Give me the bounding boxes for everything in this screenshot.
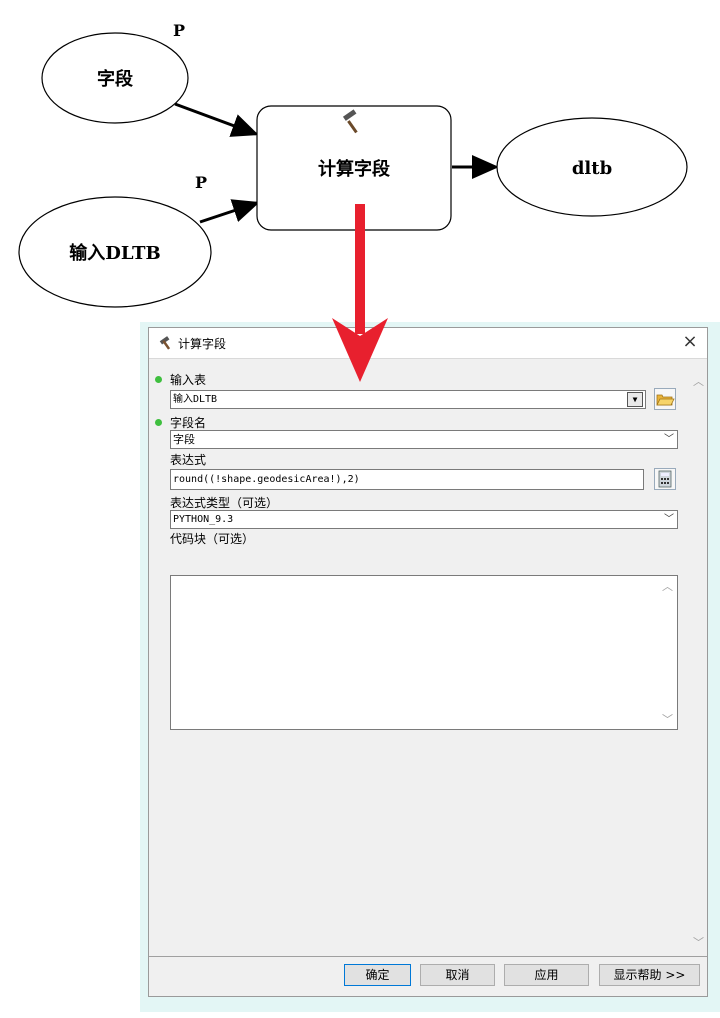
dialog-title: 计算字段: [178, 337, 227, 351]
scroll-down-icon[interactable]: ﹀: [662, 711, 673, 727]
expression-input[interactable]: round((!shape.geodesicArea!),2): [170, 469, 644, 490]
dialog-content: 输入表 输入DLTB ▼ ︿ 字段名 字段 ﹀ 表达式 round((!shap…: [149, 359, 707, 957]
parameter-mark: P: [195, 173, 207, 192]
required-indicator-icon: [155, 376, 162, 383]
input-variable-node[interactable]: 输入DLTB: [18, 196, 212, 308]
expression-type-value: PYTHON_9.3: [173, 514, 234, 525]
expression-type-label: 表达式类型（可选）: [170, 496, 279, 510]
code-block-textarea[interactable]: ︿ ﹀: [170, 575, 678, 730]
input-table-label: 输入表: [170, 373, 207, 387]
tool-node-label: 计算字段: [318, 158, 391, 180]
input-table-value: 输入DLTB: [173, 394, 218, 405]
input-node-label: 输入DLTB: [69, 242, 160, 264]
show-help-button[interactable]: 显示帮助 >>: [599, 964, 700, 986]
calculator-icon[interactable]: [654, 468, 676, 490]
dialog-titlebar[interactable]: 计算字段 ×: [149, 328, 707, 359]
expression-type-select[interactable]: PYTHON_9.3 ﹀: [170, 510, 678, 529]
hammer-icon: [159, 336, 171, 350]
apply-button[interactable]: 应用: [504, 964, 589, 986]
open-folder-icon[interactable]: [654, 388, 676, 410]
chevron-down-icon: ﹀: [664, 514, 674, 525]
field-node-label: 字段: [97, 68, 134, 90]
code-block-label: 代码块（可选）: [170, 532, 255, 546]
field-name-select[interactable]: 字段 ﹀: [170, 430, 678, 449]
scroll-up-icon[interactable]: ︿: [693, 373, 704, 389]
calculate-field-dialog: 计算字段 × 输入表 输入DLTB ▼ ︿ 字段名 字段 ﹀ 表达式 round…: [148, 327, 708, 997]
chevron-down-icon: ﹀: [664, 434, 674, 445]
expression-label: 表达式: [170, 453, 207, 467]
scroll-down-icon[interactable]: ﹀: [693, 934, 704, 950]
required-indicator-icon: [155, 419, 162, 426]
connector-field-to-tool: [174, 102, 259, 137]
arrow-shaft: [355, 204, 365, 334]
field-name-value: 字段: [173, 433, 195, 446]
field-variable-node[interactable]: 字段: [41, 32, 189, 124]
output-variable-node[interactable]: dltb: [496, 117, 688, 217]
close-button[interactable]: ×: [679, 331, 701, 353]
output-node-label: dltb: [572, 158, 612, 179]
expression-value: round((!shape.geodesicArea!),2): [173, 474, 360, 485]
field-name-label: 字段名: [170, 416, 207, 430]
scroll-up-icon[interactable]: ︿: [662, 578, 673, 594]
annotation-arrow: [332, 204, 388, 382]
dropdown-button[interactable]: ▼: [627, 392, 643, 407]
input-table-combo[interactable]: 输入DLTB ▼: [170, 390, 646, 409]
ok-button[interactable]: 确定: [344, 964, 411, 986]
connector-input-to-tool: [199, 199, 260, 224]
parameter-mark: P: [173, 21, 185, 40]
cancel-button[interactable]: 取消: [420, 964, 495, 986]
